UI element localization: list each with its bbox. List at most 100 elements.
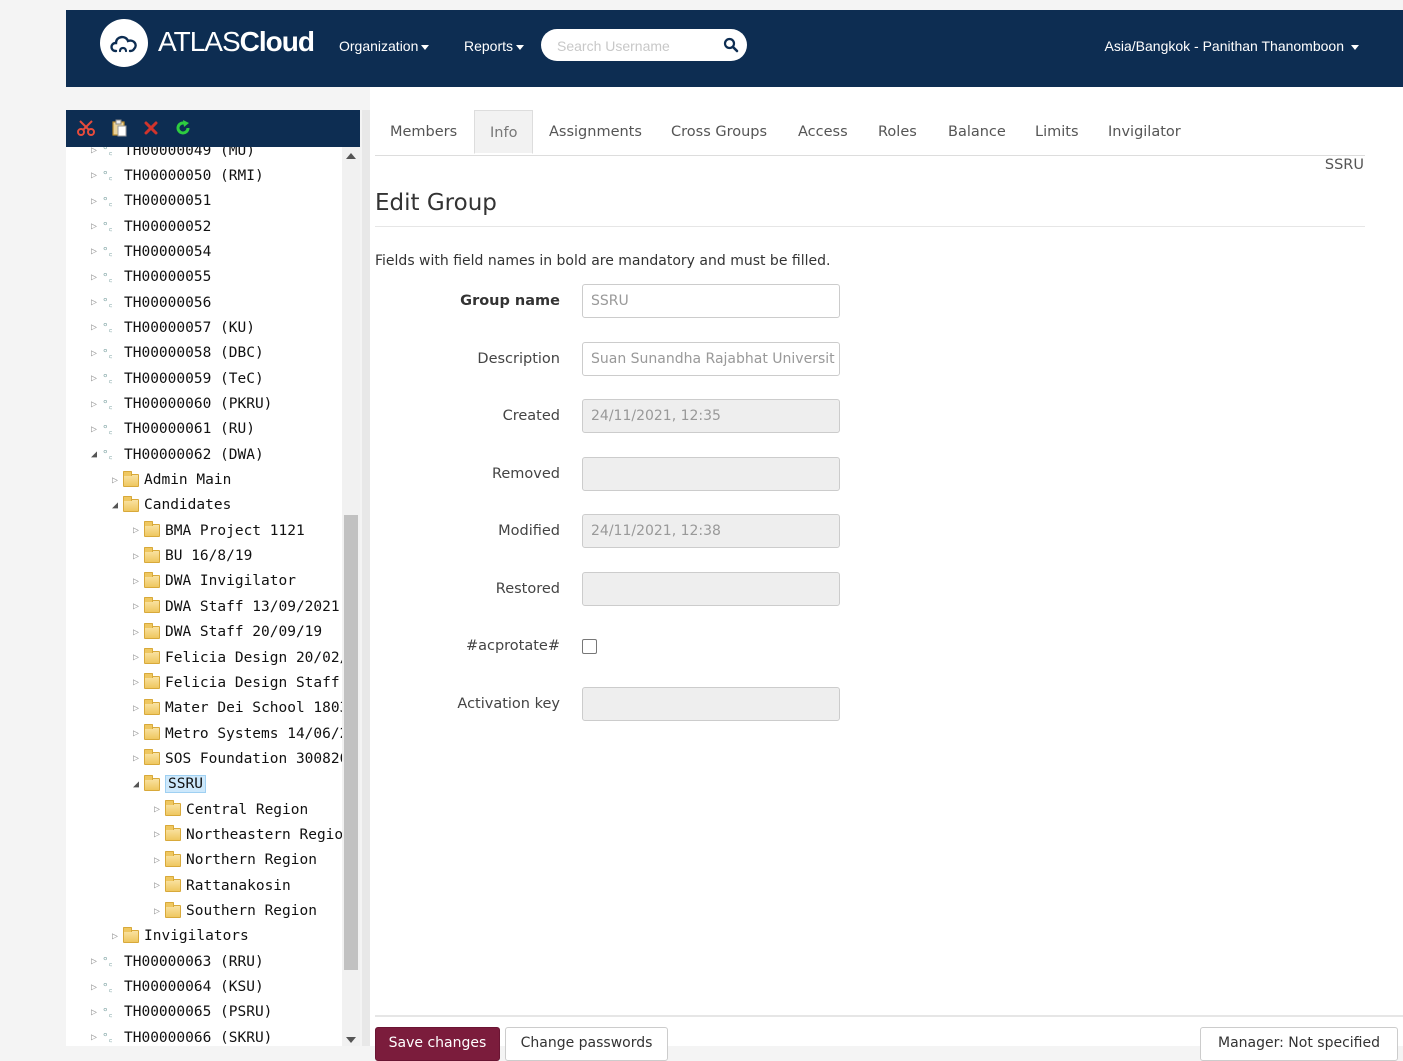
tree-node[interactable]: ▷ °꜀ TH00000065 (PSRU) — [86, 1000, 272, 1025]
cut-icon[interactable] — [76, 118, 96, 138]
tree-node[interactable]: ▷ Northern Region — [149, 848, 317, 873]
tree-scrollbar[interactable] — [342, 147, 360, 1046]
tab-roles[interactable]: Roles — [863, 110, 932, 154]
tab-access[interactable]: Access — [783, 110, 863, 154]
tree-node[interactable]: ▷ °꜀ TH00000054 — [86, 239, 211, 264]
tree-node[interactable]: ▷ °꜀ TH00000056 — [86, 290, 211, 315]
tree-expand-icon[interactable]: ▷ — [86, 272, 102, 283]
search-username-input[interactable] — [555, 35, 719, 57]
tree-node[interactable]: ▷ DWA Staff 20/09/19 — [128, 620, 322, 645]
tree-expand-icon[interactable]: ▷ — [86, 170, 102, 181]
search-icon[interactable] — [723, 37, 739, 53]
tree-node[interactable]: ▷ °꜀ TH00000064 (KSU) — [86, 975, 264, 1000]
tree-expand-icon[interactable]: ▷ — [128, 652, 144, 663]
tree-expand-icon[interactable]: ▷ — [107, 931, 123, 942]
tree-expand-icon[interactable]: ▷ — [86, 399, 102, 410]
tree-node[interactable]: ▷ °꜀ TH00000058 (DBC) — [86, 341, 264, 366]
tab-assignments[interactable]: Assignments — [534, 110, 657, 154]
tree-expand-icon[interactable]: ▷ — [86, 196, 102, 207]
brand-logo[interactable]: ATLASCloud — [158, 26, 315, 58]
tree-expand-icon[interactable]: ▷ — [86, 221, 102, 232]
description-input[interactable]: Suan Sunandha Rajabhat Universit — [582, 342, 840, 376]
tree-node[interactable]: ◢ Candidates — [107, 493, 231, 518]
tree-node[interactable]: ◢ SSRU — [128, 772, 206, 797]
tree-expand-icon[interactable]: ▷ — [86, 424, 102, 435]
tree-expand-icon[interactable]: ▷ — [86, 348, 102, 359]
group-name-input[interactable]: SSRU — [582, 284, 840, 318]
save-changes-button[interactable]: Save changes — [375, 1027, 500, 1061]
paste-icon[interactable] — [109, 118, 129, 138]
tab-cross-groups[interactable]: Cross Groups — [656, 110, 782, 154]
tree-node[interactable]: ▷ DWA Invigilator — [128, 569, 296, 594]
tree-expand-icon[interactable]: ▷ — [128, 551, 144, 562]
tree-expand-icon[interactable]: ▷ — [86, 982, 102, 993]
nav-organization[interactable]: Organization — [339, 38, 430, 54]
tab-balance[interactable]: Balance — [933, 110, 1021, 154]
tree-expand-icon[interactable]: ▷ — [86, 1032, 102, 1043]
tree-node[interactable]: ▷ Southern Region — [149, 899, 317, 924]
tree-node[interactable]: ▷ °꜀ TH00000066 (SKRU) — [86, 1025, 272, 1046]
tree-node[interactable]: ▷ Admin Main — [107, 468, 231, 493]
tree-node[interactable]: ▷ °꜀ TH00000051 — [86, 189, 211, 214]
tree-expand-icon[interactable]: ▷ — [128, 753, 144, 764]
tree-node[interactable]: ▷ °꜀ TH00000063 (RRU) — [86, 949, 264, 974]
tree-expand-icon[interactable]: ▷ — [86, 373, 102, 384]
tree-scroll-thumb[interactable] — [344, 515, 358, 970]
tree-node[interactable]: ▷ °꜀ TH00000055 — [86, 265, 211, 290]
cloud-logo-icon[interactable] — [100, 19, 148, 67]
user-menu[interactable]: Asia/Bangkok - Panithan Thanomboon — [1105, 38, 1359, 54]
tree-node[interactable]: ▷ Felicia Design Staff 04/2 — [128, 670, 342, 695]
tree-node[interactable]: ▷ Felicia Design 20/02/20 — [128, 645, 342, 670]
tree-expand-icon[interactable]: ▷ — [86, 322, 102, 333]
panel-splitter[interactable] — [362, 110, 370, 1046]
tab-members[interactable]: Members — [375, 110, 472, 154]
tree-node[interactable]: ▷ °꜀ TH00000050 (RMI) — [86, 163, 264, 188]
tree-node[interactable]: ▷ DWA Staff 13/09/2021 — [128, 594, 340, 619]
tree-node[interactable]: ▷ Invigilators — [107, 924, 249, 949]
tree-node[interactable]: ▷ Central Region — [149, 797, 308, 822]
tree-expand-icon[interactable]: ▷ — [128, 728, 144, 739]
tree-node[interactable]: ▷ °꜀ TH00000057 (KU) — [86, 315, 255, 340]
tree-collapse-icon[interactable]: ◢ — [86, 449, 102, 460]
nav-reports[interactable]: Reports — [464, 38, 525, 54]
tree-expand-icon[interactable]: ▷ — [86, 297, 102, 308]
scroll-up-icon[interactable] — [346, 153, 356, 159]
tab-info[interactable]: Info — [474, 110, 534, 154]
tree-expand-icon[interactable]: ▷ — [128, 601, 144, 612]
tree-expand-icon[interactable]: ▷ — [149, 855, 165, 866]
tree-node[interactable]: ▷ °꜀ TH00000052 — [86, 214, 211, 239]
tree-expand-icon[interactable]: ▷ — [149, 829, 165, 840]
tree-node[interactable]: ▷ BMA Project 1121 — [128, 518, 305, 543]
tree-expand-icon[interactable]: ▷ — [149, 804, 165, 815]
manager-button[interactable]: Manager: Not specified — [1200, 1027, 1398, 1061]
tree-expand-icon[interactable]: ▷ — [128, 525, 144, 536]
tree-node[interactable]: ▷ BU 16/8/19 — [128, 544, 252, 569]
tree-node[interactable]: ▷ SOS Foundation 300820 — [128, 746, 342, 771]
tree-expand-icon[interactable]: ▷ — [86, 147, 102, 156]
delete-icon[interactable] — [141, 118, 161, 138]
tree-node[interactable]: ▷ Rattanakosin — [149, 873, 291, 898]
change-passwords-button[interactable]: Change passwords — [505, 1027, 668, 1061]
tree-node[interactable]: ▷ °꜀ TH00000060 (PKRU) — [86, 392, 272, 417]
tree-expand-icon[interactable]: ▷ — [86, 246, 102, 257]
tab-invigilator[interactable]: Invigilator — [1093, 110, 1196, 154]
refresh-icon[interactable] — [173, 118, 193, 138]
tree-expand-icon[interactable]: ▷ — [149, 880, 165, 891]
tree-expand-icon[interactable]: ▷ — [107, 475, 123, 486]
tree-node[interactable]: ◢ °꜀ TH00000062 (DWA) — [86, 442, 264, 467]
tree-node[interactable]: ▷ °꜀ TH00000061 (RU) — [86, 417, 255, 442]
tree-collapse-icon[interactable]: ◢ — [128, 779, 144, 790]
tree-node[interactable]: ▷ °꜀ TH00000059 (TeC) — [86, 366, 264, 391]
tree-expand-icon[interactable]: ▷ — [128, 703, 144, 714]
tree-node[interactable]: ▷ Northeastern Region — [149, 822, 342, 847]
tree-node[interactable]: ▷ Metro Systems 14/06/2C — [128, 721, 342, 746]
tree-expand-icon[interactable]: ▷ — [86, 1007, 102, 1018]
acprotate-checkbox[interactable] — [582, 639, 597, 654]
tree-node[interactable]: ▷ Mater Dei School 18032: — [128, 696, 342, 721]
tree-node[interactable]: ▷ °꜀ TH00000049 (MU) — [86, 147, 255, 163]
tree-expand-icon[interactable]: ▷ — [128, 677, 144, 688]
scroll-down-icon[interactable] — [346, 1037, 356, 1043]
tab-limits[interactable]: Limits — [1020, 110, 1094, 154]
tree-expand-icon[interactable]: ▷ — [128, 627, 144, 638]
tree-expand-icon[interactable]: ▷ — [149, 906, 165, 917]
